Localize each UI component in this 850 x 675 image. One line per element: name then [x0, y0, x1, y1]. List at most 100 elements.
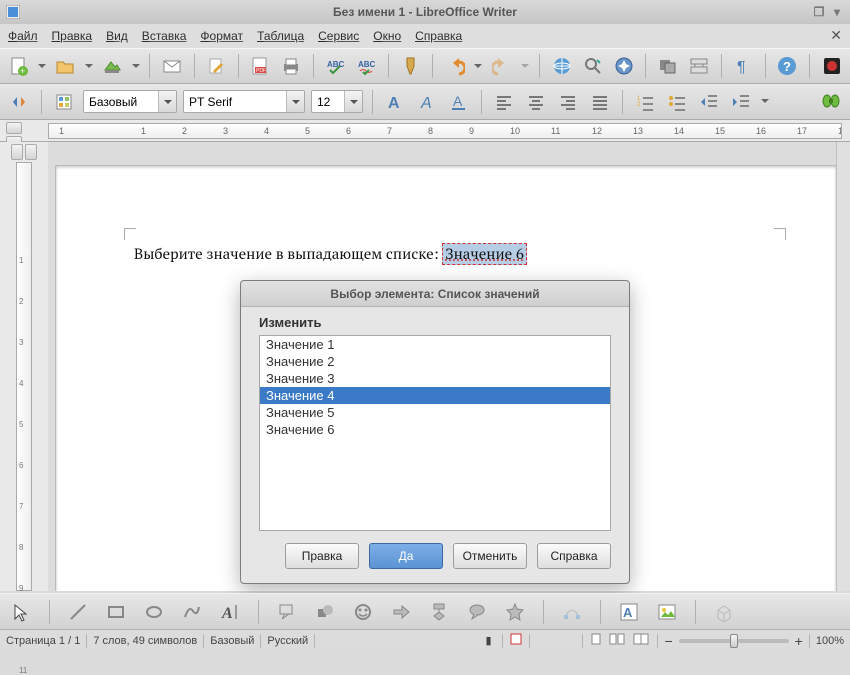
bold-icon[interactable]: A [382, 89, 408, 115]
col-left-icon[interactable] [11, 144, 23, 160]
edit-button[interactable]: Правка [285, 543, 359, 569]
selection-mode-icon[interactable] [509, 632, 523, 649]
decrease-indent-icon[interactable] [696, 89, 722, 115]
callout-icon[interactable] [274, 599, 300, 625]
document-text[interactable]: Выберите значение в выпадающем списке: З… [134, 244, 527, 264]
paragraph-style-dropdown-icon[interactable] [158, 91, 176, 112]
maximize-icon[interactable]: ❐ [812, 5, 826, 19]
page-up-icon[interactable] [6, 122, 22, 134]
font-size-input[interactable] [312, 95, 344, 109]
menu-edit[interactable]: Правка [52, 29, 93, 43]
export-pdf-icon[interactable]: PDF [248, 53, 273, 79]
new-document-icon[interactable]: + [6, 53, 31, 79]
font-size-combo[interactable] [311, 90, 363, 113]
nonprinting-icon[interactable]: ¶ [731, 53, 756, 79]
align-right-icon[interactable] [555, 89, 581, 115]
status-lang[interactable]: Русский [267, 635, 308, 647]
format-brush-icon[interactable] [398, 53, 423, 79]
zoom-slider[interactable] [679, 639, 789, 643]
toolbar-overflow-icon[interactable] [760, 89, 770, 115]
styles-icon[interactable] [51, 89, 77, 115]
menu-insert[interactable]: Вставка [142, 29, 187, 43]
bullet-list-icon[interactable] [664, 89, 690, 115]
view-multi-icon[interactable] [609, 632, 627, 649]
menu-help[interactable]: Справка [415, 29, 462, 43]
new-dropdown-icon[interactable] [37, 53, 47, 79]
help-icon[interactable]: ? [775, 53, 800, 79]
view-single-icon[interactable] [589, 632, 603, 649]
status-style[interactable]: Базовый [210, 635, 254, 647]
underline-icon[interactable]: A [446, 89, 472, 115]
increase-indent-icon[interactable] [728, 89, 754, 115]
list-item[interactable]: Значение 1 [260, 336, 610, 353]
italic-icon[interactable]: A [414, 89, 440, 115]
spellcheck-auto-icon[interactable]: ABC [354, 53, 379, 79]
document-close-icon[interactable]: ✕ [830, 27, 842, 44]
list-item[interactable]: Значение 2 [260, 353, 610, 370]
status-words[interactable]: 7 слов, 49 символов [93, 635, 197, 647]
help-button[interactable]: Справка [537, 543, 611, 569]
basic-shapes-icon[interactable] [312, 599, 338, 625]
paragraph-style-combo[interactable] [83, 90, 177, 113]
find-icon[interactable] [818, 89, 844, 115]
cancel-button[interactable]: Отменить [453, 543, 527, 569]
font-name-dropdown-icon[interactable] [286, 91, 304, 112]
ok-button[interactable]: Да [369, 543, 443, 569]
zoom-value[interactable]: 100% [816, 635, 844, 647]
open-folder-icon[interactable] [53, 53, 78, 79]
menu-view[interactable]: Вид [106, 29, 128, 43]
values-listbox[interactable]: Значение 1Значение 2Значение 3Значение 4… [259, 335, 611, 531]
font-size-dropdown-icon[interactable] [344, 91, 362, 112]
rectangle-icon[interactable] [103, 599, 129, 625]
list-item[interactable]: Значение 6 [260, 421, 610, 438]
insert-image-icon[interactable] [654, 599, 680, 625]
horizontal-ruler[interactable]: 1123456789101112131415161718 [48, 123, 842, 139]
line-icon[interactable] [65, 599, 91, 625]
minimize-icon[interactable]: ▾ [830, 5, 844, 19]
email-icon[interactable] [159, 53, 184, 79]
menu-tools[interactable]: Сервис [318, 29, 359, 43]
cursor-icon[interactable] [8, 599, 34, 625]
paragraph-style-input[interactable] [84, 95, 158, 109]
font-name-input[interactable] [184, 95, 286, 109]
open-dropdown-icon[interactable] [84, 53, 94, 79]
hyperlink-icon[interactable] [549, 53, 574, 79]
redo-icon[interactable] [489, 53, 514, 79]
record-macro-icon[interactable] [819, 53, 844, 79]
numbered-list-icon[interactable]: 12 [632, 89, 658, 115]
col-right-icon[interactable] [25, 144, 37, 160]
align-justify-icon[interactable] [587, 89, 613, 115]
edit-file-icon[interactable] [204, 53, 229, 79]
save-icon[interactable] [100, 53, 125, 79]
menu-file[interactable]: Файл [8, 29, 38, 43]
spellcheck-icon[interactable]: ABC [323, 53, 348, 79]
redo-dropdown-icon[interactable] [520, 53, 530, 79]
font-name-combo[interactable] [183, 90, 305, 113]
list-item[interactable]: Значение 5 [260, 404, 610, 421]
menu-table[interactable]: Таблица [257, 29, 304, 43]
print-icon[interactable] [279, 53, 304, 79]
stars-icon[interactable] [502, 599, 528, 625]
edit-points-icon[interactable] [559, 599, 585, 625]
view-book-icon[interactable] [633, 632, 651, 649]
zoom-in-icon[interactable]: + [795, 633, 803, 649]
menu-format[interactable]: Формат [200, 29, 243, 43]
find-replace-icon[interactable] [580, 53, 605, 79]
ellipse-icon[interactable] [141, 599, 167, 625]
block-arrows-icon[interactable] [388, 599, 414, 625]
symbol-shapes-icon[interactable] [350, 599, 376, 625]
align-center-icon[interactable] [523, 89, 549, 115]
speech-bubble-icon[interactable] [464, 599, 490, 625]
dropdown-field[interactable]: Значение 6 [442, 243, 527, 265]
list-item[interactable]: Значение 4 [260, 387, 610, 404]
navigator-icon[interactable] [611, 53, 636, 79]
undo-icon[interactable] [442, 53, 467, 79]
align-left-icon[interactable] [491, 89, 517, 115]
textbox-icon[interactable]: A [217, 599, 243, 625]
save-dropdown-icon[interactable] [131, 53, 141, 79]
flowchart-icon[interactable] [426, 599, 452, 625]
zoom-out-icon[interactable]: − [664, 633, 672, 649]
gallery-icon[interactable] [655, 53, 680, 79]
insert-mode-icon[interactable]: ▮ [480, 634, 496, 647]
freeform-icon[interactable] [179, 599, 205, 625]
